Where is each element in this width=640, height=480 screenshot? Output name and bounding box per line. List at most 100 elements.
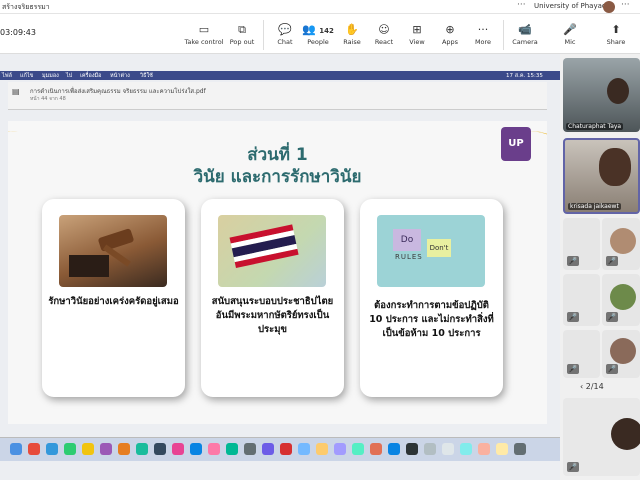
pdf-page-count: หน้า 44 จาก 48 — [30, 96, 66, 102]
gavel-image — [59, 215, 167, 287]
avatar — [610, 338, 636, 364]
app-icon[interactable] — [46, 443, 58, 455]
gavel-icon — [69, 228, 134, 277]
thai-flag-icon — [229, 224, 299, 268]
more-label: More — [474, 38, 492, 46]
app-icon[interactable] — [82, 443, 94, 455]
share-button[interactable]: ⬆ Share — [596, 22, 636, 46]
card-2-text: สนับสนุนระบอบประชาธิปไตยอันมีพระมหากษัตร… — [211, 296, 334, 335]
shared-screen: ไฟล์ แก้ไข มุมมอง ไป เครื่องมือ หน้าต่าง… — [0, 54, 560, 480]
menu-file: ไฟล์ — [2, 73, 13, 79]
app-icon[interactable] — [136, 443, 148, 455]
window-more-icon[interactable]: ··· — [621, 0, 630, 10]
rules-image: Do RULES Don't — [377, 215, 485, 287]
avatar — [610, 284, 636, 310]
menu-tools: เครื่องมือ — [80, 73, 102, 79]
take-control-icon: ▭ — [198, 23, 210, 36]
app-icon[interactable] — [64, 443, 76, 455]
participant-tile[interactable]: 🎤 — [563, 274, 600, 326]
menu-go: ไป — [66, 73, 73, 79]
participant-tile[interactable]: 🎤 — [602, 330, 640, 378]
participant-name: krisada jaikaewt — [568, 203, 621, 210]
app-icon[interactable] — [442, 443, 454, 455]
toolbar-divider — [263, 20, 264, 50]
app-icon[interactable] — [496, 443, 508, 455]
mic-button[interactable]: 🎤 Mic — [550, 22, 590, 46]
people-label: People — [307, 38, 329, 46]
camera-icon: 📹 — [518, 23, 532, 36]
app-icon[interactable] — [262, 443, 274, 455]
more-button[interactable]: ··· More — [463, 22, 503, 46]
meeting-timer: 03:09:43 — [0, 28, 36, 37]
menu-window: หน้าต่าง — [110, 73, 130, 79]
slide-heading-title: วินัย และการรักษาวินัย — [193, 167, 362, 187]
organization-name[interactable]: University of Phayao — [534, 2, 606, 10]
camera-button[interactable]: 📹 Camera — [505, 22, 545, 46]
participant-tile[interactable]: 🎤 — [602, 274, 640, 326]
slide-background: ส่วนที่ 1 วินัย และการรักษาวินัย UP รักษ… — [8, 121, 547, 424]
mac-menu-bar: ไฟล์ แก้ไข มุมมอง ไป เครื่องมือ หน้าต่าง… — [0, 71, 560, 80]
app-icon[interactable] — [316, 443, 328, 455]
app-icon[interactable] — [154, 443, 166, 455]
sidebar-icon: ▤ — [12, 87, 20, 96]
pop-out-label: Pop out — [229, 38, 255, 46]
pop-out-icon: ⧉ — [238, 23, 246, 36]
take-control-label: Take control — [184, 38, 224, 46]
chevron-left-icon[interactable]: ‹ — [580, 382, 583, 391]
mic-muted-icon: 🎤 — [567, 256, 579, 266]
app-icon[interactable] — [190, 443, 202, 455]
more-options-icon[interactable]: ··· — [517, 0, 526, 10]
app-icon[interactable] — [208, 443, 220, 455]
app-icon[interactable] — [370, 443, 382, 455]
participant-name: Chaturaphat Taya — [566, 123, 624, 130]
app-icon[interactable] — [28, 443, 40, 455]
meeting-toolbar: 03:09:43 ▭ Take control ⧉ Pop out 💬 Chat… — [0, 14, 640, 54]
app-icon[interactable] — [478, 443, 490, 455]
app-icon[interactable] — [226, 443, 238, 455]
app-icon[interactable] — [280, 443, 292, 455]
card-1-text: รักษาวินัยอย่างเคร่งครัดอยู่เสมอ — [48, 296, 179, 307]
toolbar-divider — [503, 20, 504, 50]
page-indicator: 2/14 — [585, 382, 604, 391]
camera-label: Camera — [512, 38, 538, 46]
app-icon[interactable] — [352, 443, 364, 455]
app-icon[interactable] — [388, 443, 400, 455]
react-label: React — [374, 38, 394, 46]
trash-icon[interactable] — [514, 443, 526, 455]
app-icon[interactable] — [118, 443, 130, 455]
rules-word: RULES — [395, 253, 423, 261]
menu-edit: แก้ไข — [20, 73, 34, 79]
thai-flag-map-image — [218, 215, 326, 287]
participant-tile[interactable]: 🎤 — [602, 218, 640, 270]
app-icon[interactable] — [424, 443, 436, 455]
participant-tile[interactable]: 🎤 — [563, 330, 600, 378]
avatar — [610, 228, 636, 254]
finder-icon[interactable] — [10, 443, 22, 455]
view-label: View — [409, 38, 425, 46]
app-icon[interactable] — [334, 443, 346, 455]
university-logo: UP — [501, 127, 531, 161]
participant-tile-active[interactable]: krisada jaikaewt — [563, 138, 640, 214]
participant-tile[interactable]: 🎤 — [563, 218, 600, 270]
take-control-button[interactable]: ▭ Take control — [184, 22, 224, 46]
app-icon[interactable] — [460, 443, 472, 455]
participant-tile[interactable]: 🎤 — [563, 398, 640, 476]
app-icon[interactable] — [100, 443, 112, 455]
do-note: Do — [393, 229, 421, 251]
app-icon[interactable] — [244, 443, 256, 455]
mic-muted-icon: 🎤 — [567, 364, 579, 374]
chat-label: Chat — [277, 38, 293, 46]
mic-label: Mic — [564, 38, 576, 46]
pop-out-button[interactable]: ⧉ Pop out — [222, 22, 262, 46]
mac-dock — [0, 437, 560, 461]
window-title: สร้างจริยธรรมา — [2, 3, 50, 11]
participant-tile[interactable]: Chaturaphat Taya — [563, 58, 640, 132]
pdf-toolbar: ▤ การดำเนินการเพื่อส่งเสริมคุณธรรม จริยธ… — [8, 82, 547, 110]
presentation-slide: ส่วนที่ 1 วินัย และการรักษาวินัย UP รักษ… — [8, 121, 547, 424]
user-avatar[interactable] — [603, 1, 615, 13]
app-icon[interactable] — [406, 443, 418, 455]
app-icon[interactable] — [172, 443, 184, 455]
slide-card-1: รักษาวินัยอย่างเคร่งครัดอยู่เสมอ — [42, 199, 185, 397]
participant-video — [599, 148, 631, 186]
app-icon[interactable] — [298, 443, 310, 455]
